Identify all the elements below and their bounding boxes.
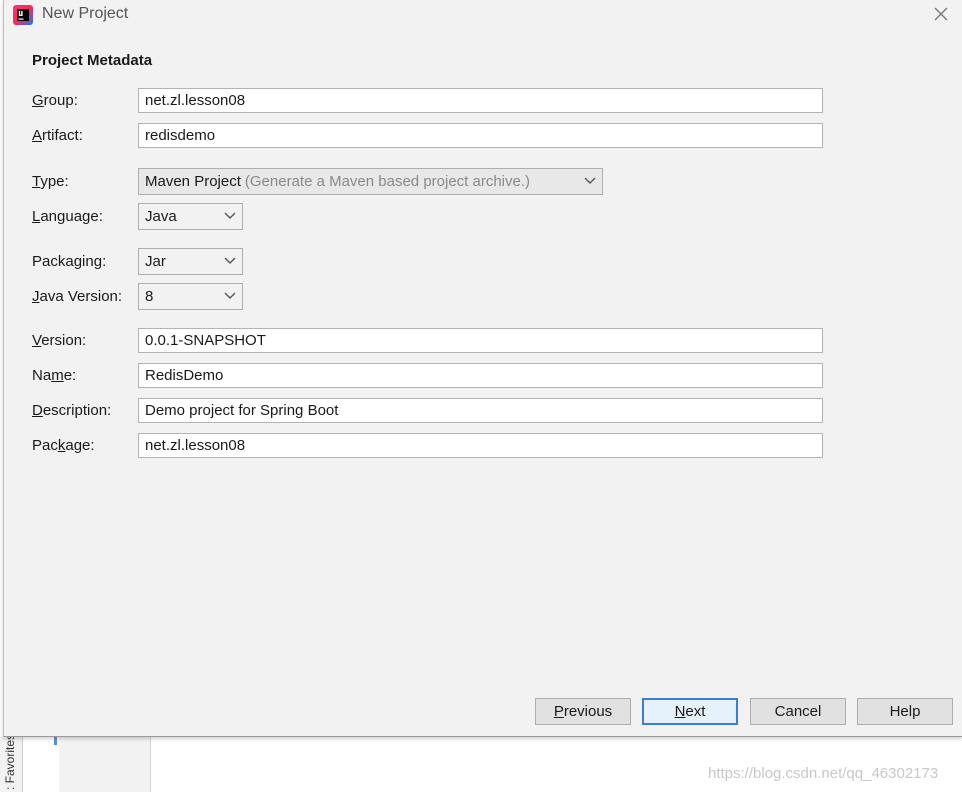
type-dropdown[interactable]: Maven Project (Generate a Maven based pro…: [138, 168, 603, 195]
group-label: Group:: [32, 92, 78, 109]
artifact-label: Artifact:: [32, 127, 83, 144]
name-label: Name:: [32, 367, 77, 384]
language-dropdown[interactable]: Java: [138, 203, 243, 230]
package-field[interactable]: net.zl.lesson08: [138, 433, 823, 458]
description-label: Description:: [32, 402, 112, 419]
packaging-label: Packaging:: [32, 253, 107, 270]
section-title: Project Metadata: [32, 52, 153, 69]
group-field[interactable]: net.zl.lesson08: [138, 88, 823, 113]
chevron-down-icon: [584, 177, 596, 184]
description-field[interactable]: Demo project for Spring Boot: [138, 398, 823, 423]
type-hint: (Generate a Maven based project archive.…: [244, 173, 531, 190]
intellij-idea-icon: [13, 5, 33, 25]
window-title: New Project: [42, 5, 129, 22]
favorites-tab[interactable]: : Favorites: [3, 734, 17, 790]
watermark: https://blog.csdn.net/qq_46302173: [708, 765, 939, 782]
package-label: Package:: [32, 437, 95, 454]
version-label: Version:: [32, 332, 87, 349]
help-button[interactable]: Help: [857, 698, 953, 725]
version-field[interactable]: 0.0.1-SNAPSHOT: [138, 328, 823, 353]
cancel-button[interactable]: Cancel: [750, 698, 846, 725]
artifact-field[interactable]: redisdemo: [138, 123, 823, 148]
type-value: Maven Project: [145, 173, 241, 190]
chevron-down-icon: [224, 292, 236, 299]
ide-panel-marker: [54, 737, 57, 745]
packaging-value: Jar: [145, 253, 166, 270]
close-icon[interactable]: [931, 4, 951, 24]
language-value: Java: [145, 208, 177, 225]
packaging-dropdown[interactable]: Jar: [138, 248, 243, 275]
java-version-dropdown[interactable]: 8: [138, 283, 243, 310]
java-version-label: Java Version:: [32, 288, 123, 305]
previous-button[interactable]: Previous: [535, 698, 631, 725]
language-label: Language:: [32, 208, 103, 225]
title-bar[interactable]: New Project: [4, 0, 962, 30]
next-button[interactable]: Next: [642, 698, 738, 725]
name-field[interactable]: RedisDemo: [138, 363, 823, 388]
type-label: Type:: [32, 173, 69, 190]
new-project-dialog: New Project Project Metadata Group: net.…: [3, 0, 962, 737]
chevron-down-icon: [224, 212, 236, 219]
java-version-value: 8: [145, 288, 154, 305]
ide-project-panel: [59, 737, 151, 792]
chevron-down-icon: [224, 257, 236, 264]
